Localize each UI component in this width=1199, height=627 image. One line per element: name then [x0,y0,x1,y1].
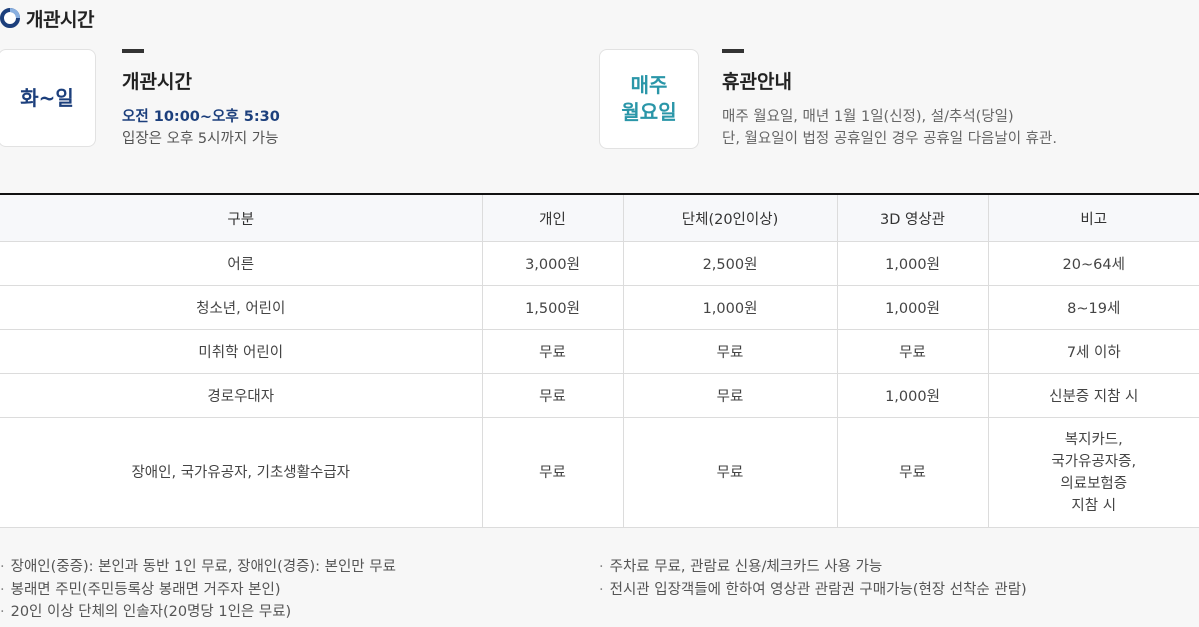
col-header-remarks: 비고 [988,193,1199,242]
cell-group: 무료 [623,373,838,418]
cell-remarks: 7세 이하 [988,329,1199,374]
cell-3d: 1,000원 [837,241,989,286]
col-header-individual: 개인 [482,193,624,242]
cell-remarks: 신분증 지참 시 [988,373,1199,418]
opening-days-label: 화~일 [20,85,74,110]
note-item: 20인 이상 단체의 인솔자(20명당 1인은 무료) [0,601,396,624]
table-row: 경로우대자 무료 무료 1,000원 신분증 지참 시 [0,373,1199,418]
col-header-group: 단체(20인이상) [623,193,838,242]
notes-left: 장애인(중증): 본인과 동반 1인 무료, 장애인(경증): 본인만 무료 봉… [0,556,396,624]
table-row: 장애인, 국가유공자, 기초생활수급자 무료 무료 무료 복지카드, 국가유공자… [0,417,1199,528]
opening-hours: 오전 10:00~오후 5:30 [122,109,280,125]
opening-days-box: 화~일 [0,49,96,147]
cell-category: 경로우대자 [0,373,483,418]
closed-heading: 휴관안내 [722,71,792,93]
table-header-row: 구분 개인 단체(20인이상) 3D 영상관 비고 [0,193,1199,242]
opening-note: 입장은 오후 5시까지 가능 [122,131,279,147]
closed-line1: 매주 월요일, 매년 1월 1일(신정), 설/추석(당일) [722,109,1014,125]
cell-remarks: 20~64세 [988,241,1199,286]
cell-individual: 무료 [482,417,624,528]
remark-line: 복지카드, [1064,431,1123,448]
table-row: 어른 3,000원 2,500원 1,000원 20~64세 [0,241,1199,286]
note-item: 장애인(중증): 본인과 동반 1인 무료, 장애인(경증): 본인만 무료 [0,556,396,579]
cell-individual: 1,500원 [482,285,624,330]
closed-days-box: 매주 월요일 [599,49,699,149]
cell-category: 어른 [0,241,483,286]
opening-heading: 개관시간 [122,71,192,93]
section-title: 개관시간 [26,8,94,31]
remark-line: 지참 시 [1071,497,1117,514]
cell-3d: 무료 [837,417,989,528]
remark-line: 국가유공자증, [1051,453,1137,470]
closed-box-line1: 매주 [630,73,668,97]
cell-remarks: 복지카드, 국가유공자증, 의료보험증 지참 시 [988,417,1199,528]
closed-info: 휴관안내 매주 월요일, 매년 1월 1일(신정), 설/추석(당일) 단, 월… [722,49,1057,150]
cell-category: 장애인, 국가유공자, 기초생활수급자 [0,417,483,528]
opening-hours-info: 개관시간 오전 10:00~오후 5:30 입장은 오후 5시까지 가능 [122,49,280,150]
cell-category: 미취학 어린이 [0,329,483,374]
cell-remarks: 8~19세 [988,285,1199,330]
cell-3d: 1,000원 [837,373,989,418]
cell-individual: 무료 [482,329,624,374]
heading-bar [722,49,744,53]
admission-fee-table: 구분 개인 단체(20인이상) 3D 영상관 비고 어른 3,000원 2,50… [0,193,1199,528]
cell-3d: 1,000원 [837,285,989,330]
cell-group: 무료 [623,329,838,374]
cell-group: 1,000원 [623,285,838,330]
section-header: 개관시간 [0,6,94,31]
note-item: 봉래면 주민(주민등록상 봉래면 거주자 본인) [0,579,396,602]
note-item: 전시관 입장객들에 한하여 영상관 관람권 구매가능(현장 선착순 관람) [599,579,1027,602]
cell-group: 무료 [623,417,838,528]
remark-line: 의료보험증 [1060,475,1128,492]
table-row: 미취학 어린이 무료 무료 무료 7세 이하 [0,329,1199,374]
col-header-category: 구분 [0,193,483,242]
cell-3d: 무료 [837,329,989,374]
cell-group: 2,500원 [623,241,838,286]
cell-category: 청소년, 어린이 [0,285,483,330]
closed-line2: 단, 월요일이 법정 공휴일인 경우 공휴일 다음날이 휴관. [722,131,1057,147]
circle-bullet-icon [0,8,20,28]
notes-right: 주차료 무료, 관람료 신용/체크카드 사용 가능 전시관 입장객들에 한하여 … [599,556,1027,601]
cell-individual: 3,000원 [482,241,624,286]
heading-bar [122,49,144,53]
col-header-3d-theater: 3D 영상관 [837,193,989,242]
cell-individual: 무료 [482,373,624,418]
closed-box-line2: 월요일 [621,100,677,124]
note-item: 주차료 무료, 관람료 신용/체크카드 사용 가능 [599,556,1027,579]
table-row: 청소년, 어린이 1,500원 1,000원 1,000원 8~19세 [0,285,1199,330]
